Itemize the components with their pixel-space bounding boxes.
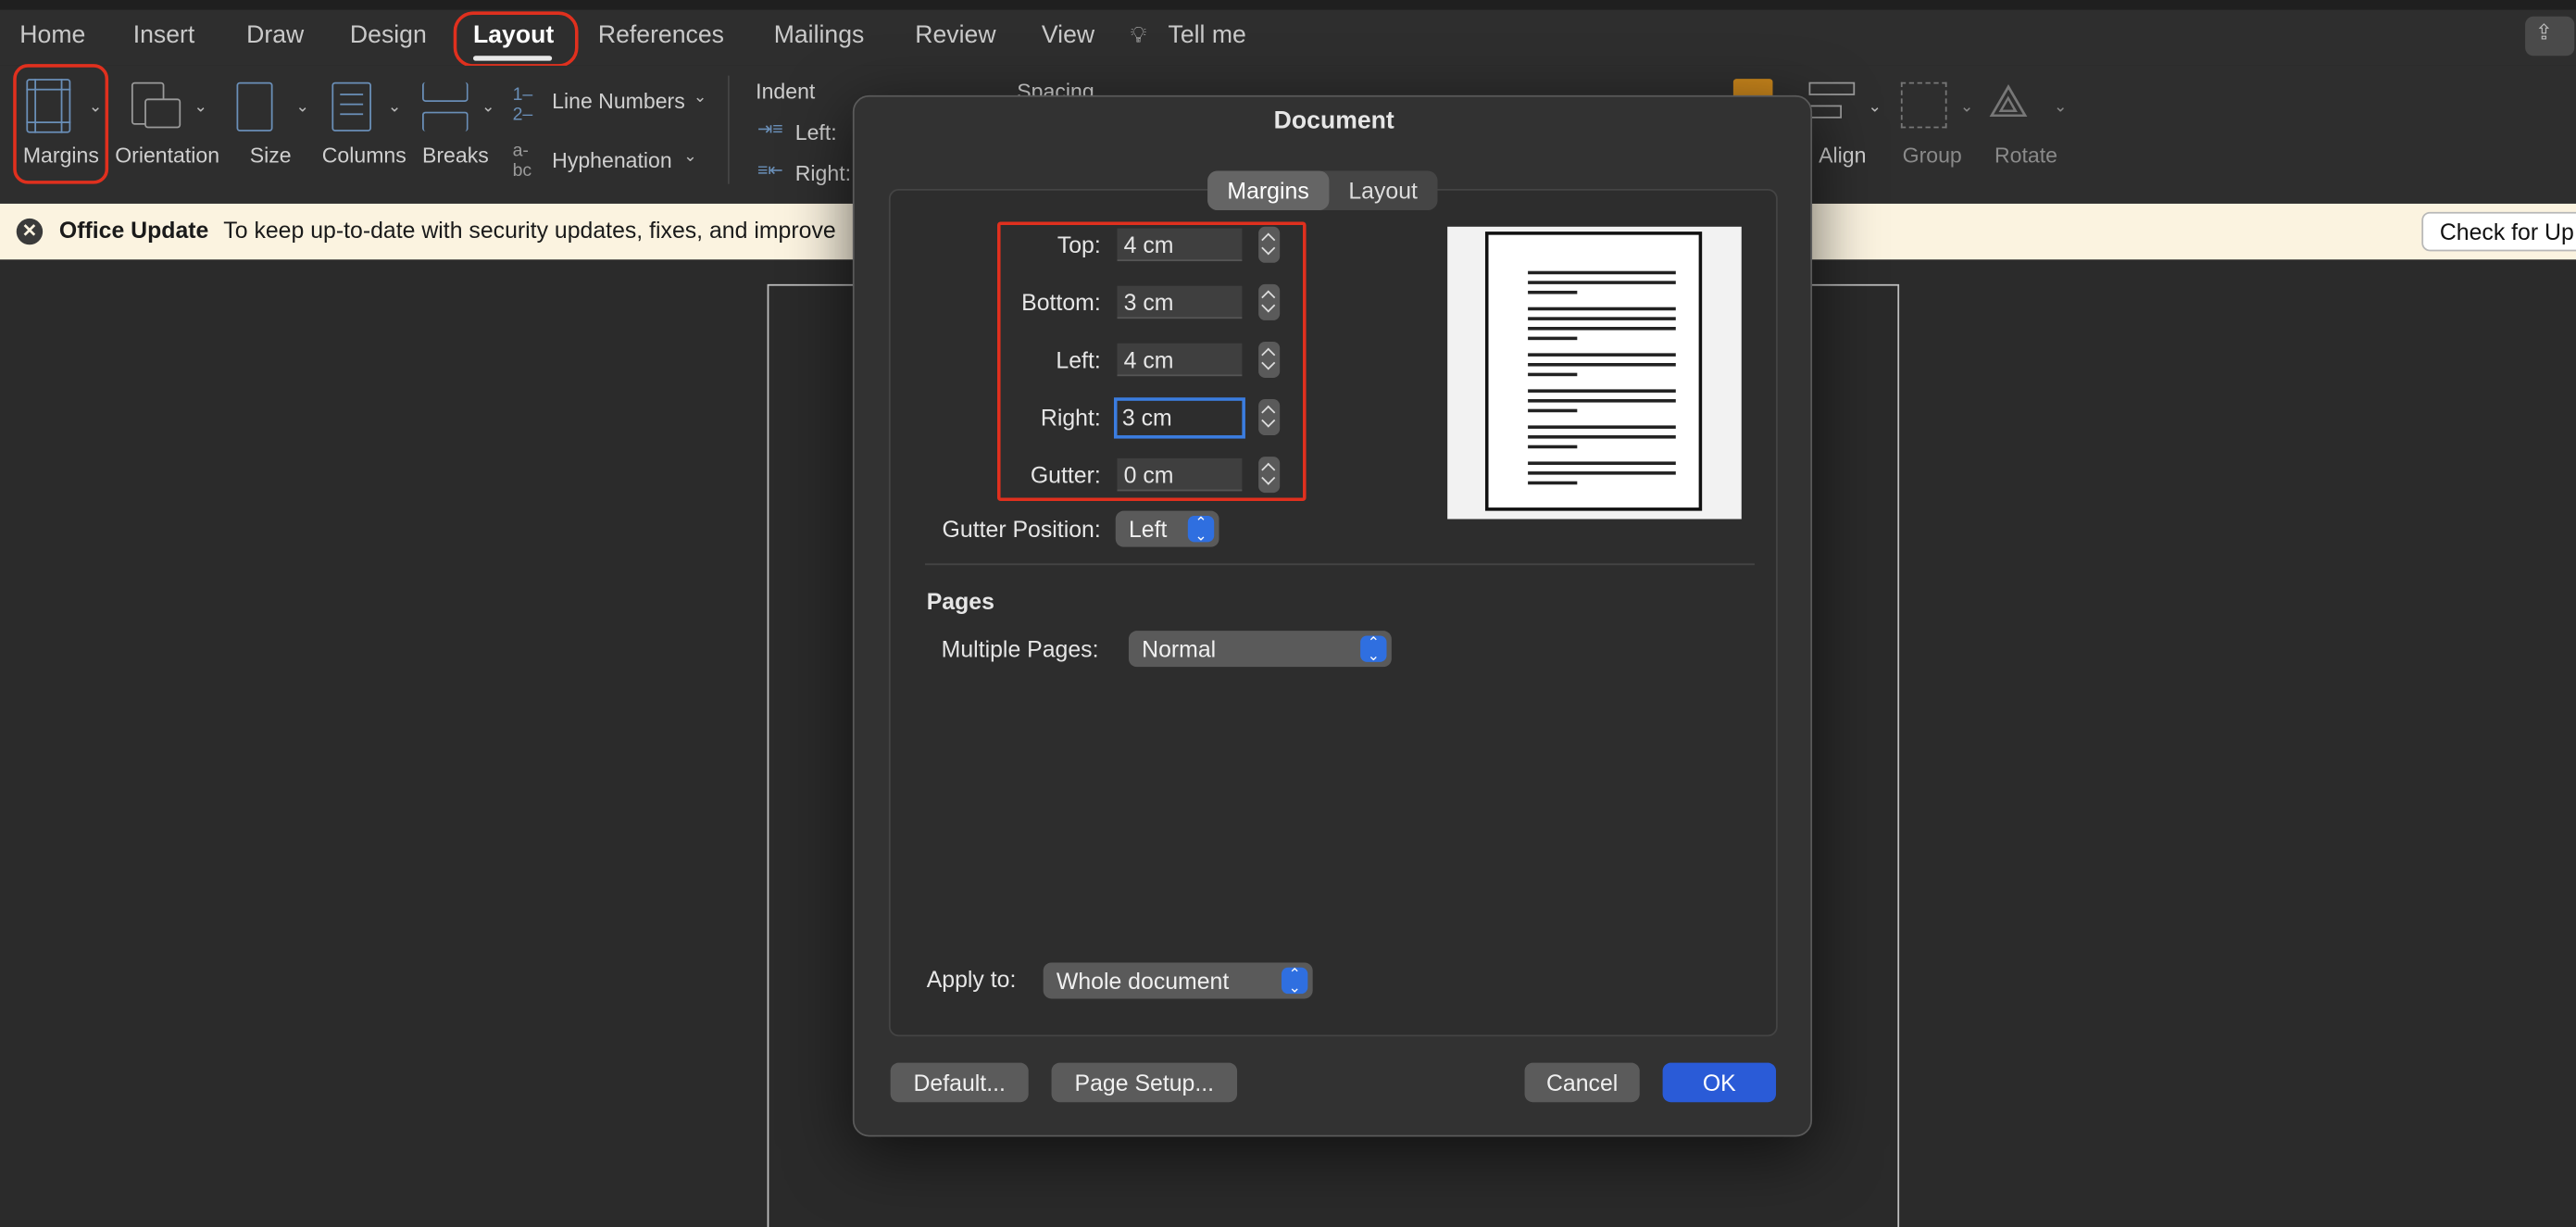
ribbon-tab-bar: Home Insert Draw Design Layout Reference… — [0, 9, 2576, 68]
chevron-down-icon: ⌄ — [693, 88, 707, 107]
hyphenation-label: Hyphenation — [552, 147, 672, 173]
tab-insert[interactable]: Insert — [133, 21, 195, 49]
ribbon-divider — [728, 75, 730, 184]
highlight-ring-layout-tab — [453, 11, 579, 68]
chevron-down-icon: ⌄ — [683, 147, 697, 167]
tab-margins[interactable]: Margins — [1207, 170, 1330, 211]
tab-view[interactable]: View — [1042, 21, 1094, 49]
chevron-up-down-icon: ⌃ ⌄ — [1281, 967, 1308, 995]
gutter-position-label: Gutter Position: — [942, 515, 1101, 543]
indent-right-icon: ≡⇤ — [757, 160, 783, 182]
document-dialog: Document Margins Layout Top: 4 cm Bottom… — [852, 94, 1813, 1137]
group-icon — [1900, 81, 1947, 129]
group-button[interactable]: ⌄ Group — [1894, 66, 1980, 184]
multiple-pages-select[interactable]: Normal ⌃ ⌄ — [1128, 631, 1392, 668]
size-label: Size — [249, 143, 292, 168]
check-for-updates-button[interactable]: Check for Up — [2421, 211, 2576, 252]
pages-heading: Pages — [926, 588, 994, 615]
gutter-position-value: Left — [1128, 515, 1168, 543]
multiple-pages-value: Normal — [1142, 635, 1217, 662]
banner-title: Office Update — [58, 217, 209, 244]
apply-to-select[interactable]: Whole document ⌃ ⌄ — [1043, 962, 1313, 999]
breaks-button[interactable]: ⌄ Breaks — [419, 66, 501, 184]
indent-left-icon: ⇥≡ — [757, 119, 783, 140]
gutter-position-select[interactable]: Left ⌃ ⌄ — [1115, 510, 1219, 547]
rotate-icon: ⟁ — [1987, 75, 2030, 127]
columns-icon — [331, 81, 371, 131]
ok-button[interactable]: OK — [1662, 1062, 1777, 1103]
line-numbers-icon: 1– 2– — [512, 85, 533, 125]
indent-left-label: Left: — [794, 119, 837, 145]
group-label: Group — [1902, 143, 1962, 168]
chevron-down-icon: ⌄ — [1868, 98, 1882, 117]
columns-label: Columns — [321, 143, 406, 168]
tab-design[interactable]: Design — [350, 21, 427, 49]
section-divider — [924, 563, 1755, 566]
dialog-title: Document — [1273, 106, 1394, 135]
dialog-tab-switcher: Margins Layout — [1207, 170, 1438, 211]
share-icon: ⇪ — [2534, 19, 2554, 44]
align-icon — [1808, 81, 1856, 95]
preview-page — [1484, 232, 1703, 511]
page-preview — [1447, 226, 1742, 520]
default-button[interactable]: Default... — [890, 1062, 1029, 1103]
line-numbers-button[interactable]: 1– 2– Line Numbers ⌄ — [513, 85, 710, 125]
cancel-button[interactable]: Cancel — [1524, 1062, 1640, 1103]
multiple-pages-label: Multiple Pages: — [941, 635, 1099, 662]
size-icon — [236, 81, 273, 131]
chevron-down-icon: ⌄ — [387, 98, 402, 117]
chevron-down-icon: ⌄ — [295, 98, 310, 117]
share-button[interactable]: ⇪ — [2525, 16, 2575, 56]
orientation-button[interactable]: ⌄ Orientation — [115, 66, 220, 184]
breaks-icon — [421, 81, 469, 102]
breaks-label: Breaks — [421, 143, 489, 168]
chevron-down-icon: ⌄ — [2053, 98, 2068, 117]
indent-heading: Indent — [756, 79, 816, 104]
banner-message: To keep up-to-date with security updates… — [223, 217, 836, 244]
apply-to-value: Whole document — [1056, 967, 1230, 995]
rotate-button[interactable]: ⟁ ⌄ Rotate — [1984, 66, 2076, 184]
chevron-down-icon: ⌄ — [1959, 98, 1974, 117]
lightbulb-icon: 💡︎ — [1130, 21, 1147, 48]
hyphenation-button[interactable]: a-bc Hyphenation ⌄ — [513, 142, 710, 182]
page-setup-button[interactable]: Page Setup... — [1051, 1062, 1238, 1103]
chevron-up-down-icon: ⌃ ⌄ — [1187, 515, 1215, 543]
tab-layout-dialog[interactable]: Layout — [1329, 170, 1437, 210]
highlight-box-margin-fields — [997, 221, 1307, 502]
chevron-down-icon: ⌄ — [481, 98, 495, 117]
apply-to-label: Apply to: — [926, 965, 1017, 993]
indent-right-label: Right: — [794, 160, 852, 186]
chevron-down-icon: ⌄ — [194, 98, 208, 117]
tab-home[interactable]: Home — [19, 21, 85, 49]
rotate-label: Rotate — [1995, 143, 2057, 168]
chevron-up-down-icon: ⌃ ⌄ — [1360, 635, 1387, 663]
hyphenation-icon: a-bc — [512, 141, 532, 182]
highlight-ring-margins-button — [13, 64, 109, 184]
tab-references[interactable]: References — [598, 21, 724, 49]
tab-draw[interactable]: Draw — [246, 21, 304, 49]
tell-me-search[interactable]: Tell me — [1169, 21, 1246, 49]
close-icon[interactable]: ✕ — [16, 218, 44, 245]
line-numbers-label: Line Numbers — [552, 88, 685, 114]
tab-mailings[interactable]: Mailings — [774, 21, 865, 49]
tab-review[interactable]: Review — [915, 21, 995, 49]
orientation-label: Orientation — [115, 143, 220, 168]
window-top-strip — [0, 0, 2576, 10]
align-label: Align — [1819, 143, 1867, 168]
columns-button[interactable]: ⌄ Columns — [322, 66, 411, 184]
size-button[interactable]: ⌄ Size — [233, 66, 312, 184]
